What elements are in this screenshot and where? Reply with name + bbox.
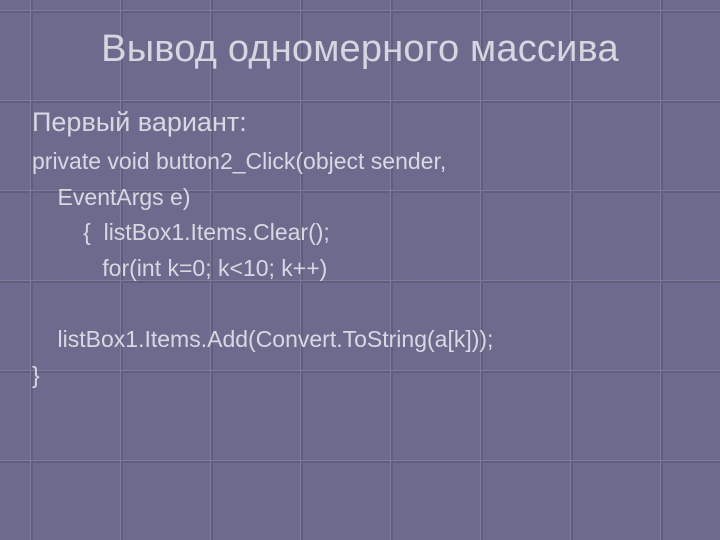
- code-line: listBox1.Items.Add(Convert.ToString(a[k]…: [32, 322, 688, 358]
- code-line: for(int k=0; k<10; k++): [32, 251, 688, 287]
- code-line: [32, 287, 688, 323]
- grid-line: [0, 460, 720, 461]
- slide: Вывод одномерного массива Первый вариант…: [0, 0, 720, 540]
- code-line: { listBox1.Items.Clear();: [32, 215, 688, 251]
- slide-body: Первый вариант: private void button2_Cli…: [0, 89, 720, 393]
- code-line: EventArgs e): [32, 180, 688, 216]
- code-line: private void button2_Click(object sender…: [32, 144, 688, 180]
- section-heading: Первый вариант:: [32, 107, 688, 138]
- slide-content: Вывод одномерного массива Первый вариант…: [0, 0, 720, 393]
- slide-title: Вывод одномерного массива: [0, 0, 720, 89]
- grid-line: [0, 461, 720, 463]
- code-line: }: [32, 358, 688, 394]
- code-block: private void button2_Click(object sender…: [32, 144, 688, 393]
